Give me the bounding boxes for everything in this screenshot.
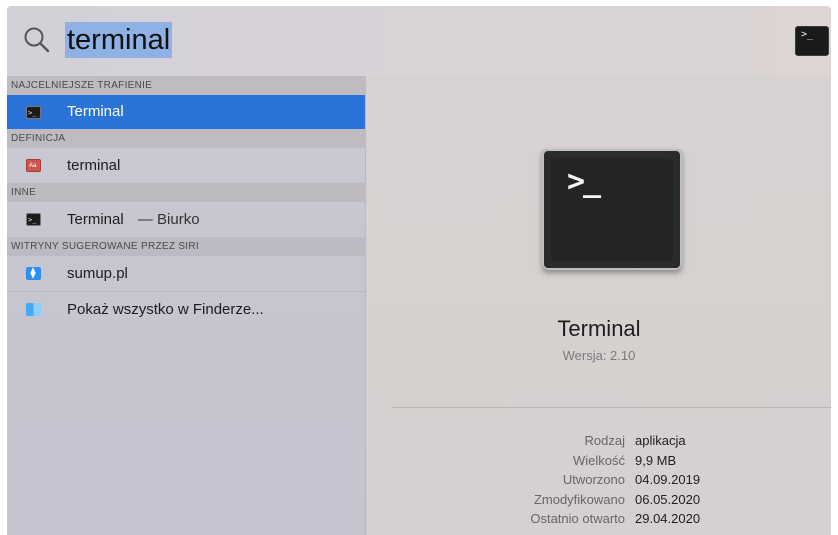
results-list: NAJCELNIEJSZE TRAFIENIE Terminal DEFINIC… [7,76,366,535]
section-header-definition: DEFINICJA [7,129,365,148]
terminal-icon-glyph: >_ [801,29,814,40]
terminal-app-icon[interactable]: >_ [542,149,682,270]
dictionary-icon [26,149,41,184]
preview-pane: >_ Terminal Wersja: 2.10 Rodzaj aplikacj… [367,76,831,535]
metadata-row: Wielkość 9,9 MB [367,451,831,471]
result-other-terminal-desktop[interactable]: Terminal — Biurko [7,202,365,238]
metadata-table: Rodzaj aplikacja Wielkość 9,9 MB Utworzo… [367,431,831,529]
result-label: Pokaż wszystko w Finderze... [67,301,264,318]
metadata-value: aplikacja [635,433,686,448]
section-header-top-hit: NAJCELNIEJSZE TRAFIENIE [7,76,365,95]
terminal-icon [26,96,41,130]
metadata-row: Ostatnio otwarto 29.04.2020 [367,509,831,529]
spotlight-window: terminal >_ NAJCELNIEJSZE TRAFIENIE Term… [7,6,831,535]
result-label: sumup.pl [67,265,128,282]
terminal-icon [26,203,41,238]
search-icon [24,27,50,53]
metadata-row: Rodzaj aplikacja [367,431,831,451]
result-definition-terminal[interactable]: terminal [7,148,365,184]
result-label: terminal [67,157,121,174]
safari-icon [26,267,41,280]
terminal-screen: >_ [551,158,673,261]
metadata-key: Zmodyfikowano [533,491,625,507]
metadata-key: Rodzaj [584,433,625,448]
result-location: — Biurko [137,211,200,228]
result-label: Terminal [67,103,124,120]
metadata-row: Zmodyfikowano 06.05.2020 [367,490,831,510]
metadata-key: Ostatnio otwarto [530,511,625,526]
metadata-key: Utworzono [562,472,625,487]
terminal-icon: >_ [795,26,829,56]
result-label: Terminal [67,211,124,228]
result-top-hit-terminal[interactable]: Terminal [7,95,365,130]
divider [392,407,831,408]
metadata-value: 04.09.2019 [635,472,701,487]
section-header-siri-sites: WITRYNY SUGEROWANE PRZEZ SIRI [7,237,365,256]
metadata-value: 06.05.2020 [635,491,701,507]
metadata-value: 29.04.2020 [635,511,701,526]
section-header-other: INNE [7,183,365,202]
metadata-row: Utworzono 04.09.2019 [367,470,831,490]
preview-title: Terminal [557,316,641,341]
result-show-all-in-finder[interactable]: Pokaż wszystko w Finderze... [7,292,365,327]
preview-version: Wersja: 2.10 [562,348,636,363]
metadata-value: 9,9 MB [635,452,677,468]
terminal-prompt: >_ [567,164,601,199]
metadata-key: Wielkość [572,452,625,468]
finder-icon [26,303,41,316]
search-input[interactable]: terminal [65,22,173,58]
search-bar[interactable]: terminal >_ [7,6,831,76]
result-siri-site[interactable]: sumup.pl [7,256,365,291]
